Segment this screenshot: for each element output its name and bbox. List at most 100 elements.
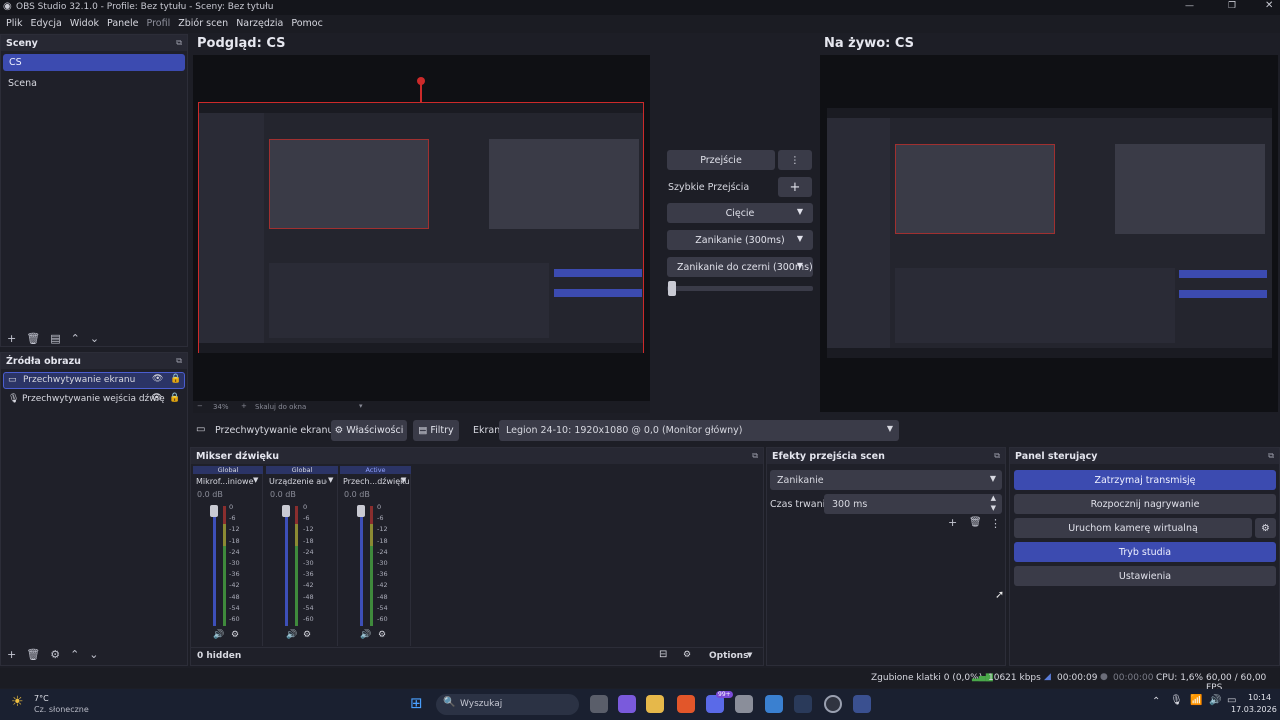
volume-slider-track[interactable] — [285, 508, 288, 626]
start-virtual-camera-button[interactable]: Uruchom kamerę wirtualną — [1014, 518, 1252, 538]
transition-type-select[interactable]: Zanikanie ▼ — [770, 470, 1002, 490]
mic-icon[interactable]: 🎙 — [1170, 695, 1183, 706]
filter-icon[interactable]: ▤ — [50, 332, 60, 345]
stop-streaming-button[interactable]: Zatrzymaj transmisję — [1014, 470, 1276, 490]
task-view-icon[interactable] — [590, 695, 608, 713]
clock-time[interactable]: 10:14 — [1248, 693, 1271, 702]
obs-taskbar-icon[interactable] — [824, 695, 842, 713]
scene-item-cs[interactable]: CS — [3, 54, 185, 71]
menu-zbior-scen[interactable]: Zbiór scen — [174, 15, 232, 32]
chevron-down-icon[interactable]: ▼ — [401, 476, 406, 484]
volume-slider-track[interactable] — [360, 508, 363, 626]
add-quick-transition-button[interactable]: + — [778, 177, 812, 197]
menu-narzedzia[interactable]: Narzędzia — [232, 15, 287, 32]
volume-icon[interactable]: 🔊 — [1209, 695, 1221, 706]
app-icon[interactable] — [765, 695, 783, 713]
screen-select[interactable]: Legion 24-10: 1920x1080 @ 0,0 (Monitor g… — [499, 420, 899, 441]
speaker-icon[interactable]: 🔊 — [286, 630, 297, 640]
source-item-audio[interactable]: 🎙 Przechwytywanie wejścia dźwię 👁 🔒 — [3, 392, 185, 409]
trash-icon[interactable]: 🗑 — [26, 332, 40, 345]
source-item-screen[interactable]: ▭ Przechwytywanie ekranu 👁 🔒 — [3, 372, 185, 389]
search-box[interactable]: 🔍 Wyszukaj — [436, 694, 579, 715]
t-bar-handle[interactable] — [668, 281, 676, 296]
channel-name[interactable]: Urządzenie audio — [269, 477, 327, 486]
volume-slider-handle[interactable] — [282, 505, 290, 517]
trash-icon[interactable]: 🗑 — [26, 648, 40, 661]
zoom-out-icon[interactable]: − — [197, 402, 203, 410]
volume-slider-handle[interactable] — [210, 505, 218, 517]
eye-icon[interactable]: 👁 — [152, 374, 163, 384]
lock-icon[interactable]: 🔒 — [169, 393, 180, 403]
trash-icon[interactable]: 🗑 — [969, 517, 982, 528]
t-bar-track[interactable] — [667, 286, 813, 291]
settings-icon[interactable]: ⚙ — [378, 630, 386, 640]
channel-name[interactable]: Mikrof...iniowe — [196, 477, 254, 486]
up-icon[interactable]: ⌃ — [70, 648, 79, 661]
volume-slider-handle[interactable] — [357, 505, 365, 517]
chevron-down-icon[interactable]: ▼ — [328, 476, 333, 484]
preview-canvas[interactable] — [193, 55, 650, 401]
start-recording-button[interactable]: Rozpocznij nagrywanie — [1014, 494, 1276, 514]
settings-icon[interactable]: ⚙ — [303, 630, 311, 640]
chevron-up-icon[interactable]: ⌃ — [1152, 696, 1160, 707]
float-icon[interactable]: ⧉ — [1268, 451, 1274, 461]
add-icon[interactable]: + — [948, 516, 957, 529]
options-button[interactable]: Options — [709, 651, 748, 661]
menu-widok[interactable]: Widok — [66, 15, 103, 32]
float-icon[interactable]: ⧉ — [752, 451, 758, 461]
app-icon-2[interactable] — [853, 695, 871, 713]
quick-transition-fade-black[interactable]: Zanikanie do czerni (300ms) ▼ — [667, 257, 813, 277]
menu-pomoc[interactable]: Pomoc — [287, 15, 327, 32]
chevron-down-icon[interactable]: ▼ — [253, 476, 258, 484]
kebab-icon[interactable]: ⋮ — [990, 517, 1001, 530]
filters-button[interactable]: ▤ Filtry — [413, 420, 459, 441]
menu-plik[interactable]: Plik — [2, 15, 27, 32]
wifi-icon[interactable]: 📶 — [1190, 695, 1202, 706]
settings-icon[interactable]: ⚙ — [231, 630, 239, 640]
speaker-icon[interactable]: 🔊 — [213, 630, 224, 640]
chevron-down-icon[interactable]: ▼ — [991, 504, 996, 512]
properties-button[interactable]: ⚙ Właściwości — [331, 420, 407, 441]
menu-profil[interactable]: Profil — [143, 15, 175, 32]
copilot-icon[interactable] — [618, 695, 636, 713]
file-explorer-icon[interactable] — [646, 695, 664, 713]
up-icon[interactable]: ⌃ — [71, 332, 80, 345]
virtual-camera-settings-button[interactable]: ⚙ — [1255, 518, 1276, 538]
quick-transition-cut[interactable]: Cięcie ▼ — [667, 203, 813, 223]
studio-mode-button[interactable]: Tryb studia — [1014, 542, 1276, 562]
gear-icon[interactable]: ⚙ — [50, 648, 60, 661]
zoom-in-icon[interactable]: + — [241, 402, 247, 410]
settings-button[interactable]: Ustawienia — [1014, 566, 1276, 586]
weather-icon[interactable]: ☀ — [11, 694, 24, 710]
menu-edycja[interactable]: Edycja — [27, 15, 66, 32]
advanced-audio-icon[interactable]: ⚙ — [683, 650, 691, 660]
start-icon[interactable]: ⊞ — [410, 694, 423, 712]
float-icon[interactable]: ⧉ — [994, 451, 1000, 461]
layout-icon[interactable]: ⊟ — [659, 649, 667, 660]
lock-icon[interactable]: 🔒 — [170, 374, 181, 384]
channel-name[interactable]: Przech...dźwięku — [343, 477, 410, 486]
scene-item-scena[interactable]: Scena — [8, 78, 37, 89]
clock-date[interactable]: 17.03.2026 — [1231, 705, 1277, 714]
rotation-handle[interactable] — [417, 77, 425, 85]
screen-capture-preview[interactable] — [198, 102, 644, 353]
add-icon[interactable]: + — [7, 648, 16, 661]
maximize-icon[interactable]: ❐ — [1228, 1, 1236, 11]
close-icon[interactable]: ✕ — [1265, 0, 1273, 11]
down-icon[interactable]: ⌄ — [90, 332, 99, 345]
brave-icon[interactable] — [677, 695, 695, 713]
add-icon[interactable]: + — [7, 332, 16, 345]
menu-panele[interactable]: Panele — [103, 15, 142, 32]
quick-transition-fade[interactable]: Zanikanie (300ms) ▼ — [667, 230, 813, 250]
chevron-down-icon[interactable]: ▼ — [747, 651, 752, 659]
volume-slider-track[interactable] — [213, 508, 216, 626]
transition-button[interactable]: Przejście — [667, 150, 775, 170]
float-icon[interactable]: ⧉ — [176, 38, 182, 48]
chevron-down-icon[interactable]: ▾ — [359, 402, 363, 410]
transition-menu-button[interactable]: ⋮ — [778, 150, 812, 170]
hidden-count[interactable]: 0 hidden — [197, 651, 241, 661]
speaker-icon[interactable]: 🔊 — [360, 630, 371, 640]
duration-spinbox[interactable]: 300 ms ▲ ▼ — [824, 494, 1002, 514]
zoom-mode-select[interactable]: Skaluj do okna — [255, 403, 306, 411]
down-icon[interactable]: ⌄ — [89, 648, 98, 661]
